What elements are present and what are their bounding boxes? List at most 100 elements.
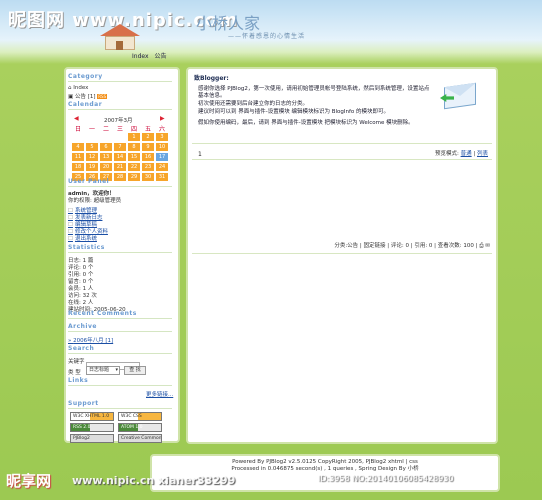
calendar-weekday: 五 — [144, 126, 151, 133]
calendar-day[interactable]: 23 — [142, 163, 154, 171]
post-paragraph: 感谢你选择 PJBlog2，第一次使用，请用初始管理员帐号登陆系统，然后到系统管… — [198, 86, 430, 99]
divider — [192, 143, 492, 144]
calendar-empty-cell — [114, 133, 126, 141]
calendar-day[interactable]: 3 — [156, 133, 168, 141]
watermark-url: www.nipic.cn xianer33299 — [72, 474, 236, 487]
search-button[interactable]: 查 找 — [124, 366, 146, 375]
divider — [68, 331, 172, 332]
calendar-day[interactable]: 20 — [100, 163, 112, 171]
calendar-day[interactable]: 19 — [86, 163, 98, 171]
calendar-day[interactable]: 24 — [156, 163, 168, 171]
calendar-day[interactable]: 11 — [72, 153, 84, 161]
calendar-day[interactable]: 15 — [128, 153, 140, 161]
page-number[interactable]: 1 — [198, 151, 202, 158]
calendar-day[interactable]: 12 — [86, 153, 98, 161]
calendar-weekdays: 日一二三四五六 — [72, 124, 168, 133]
main-content: 致Blogger: 感谢你选择 PJBlog2，第一次使用，请用初始管理员帐号登… — [186, 67, 498, 444]
calendar-day[interactable]: 5 — [86, 143, 98, 151]
links-title: Links — [68, 377, 89, 384]
archive-title: Archive — [68, 323, 97, 330]
calendar-day[interactable]: 2 — [142, 133, 154, 141]
divider — [68, 252, 172, 253]
statistics-title: Statistics — [68, 244, 105, 251]
calendar-weekday: 四 — [130, 126, 137, 133]
calendar-day[interactable]: 28 — [114, 173, 126, 181]
mail-icon — [440, 81, 478, 110]
recent-comments-title: Recent Comments — [68, 310, 137, 317]
divider — [68, 186, 172, 187]
calendar-day[interactable]: 13 — [100, 153, 112, 161]
category-item-index[interactable]: ⌂ Index — [68, 85, 88, 91]
calendar-weekday: 一 — [88, 126, 95, 133]
calendar-day[interactable]: 4 — [72, 143, 84, 151]
user-link-logout[interactable]: 退出系统 — [68, 234, 97, 242]
calendar-empty-cell — [100, 133, 112, 141]
view-mode-normal-link[interactable]: 普通 — [461, 151, 472, 157]
watermark-id: ID:3958 NO:20140106085428930 — [318, 474, 454, 483]
badge-xhtml[interactable]: W3C XHTML 1.0 — [70, 412, 114, 421]
calendar-day[interactable]: 30 — [142, 173, 154, 181]
support-title: Support — [68, 400, 99, 407]
calendar-day[interactable]: 6 — [100, 143, 112, 151]
search-keyword-label: 关键字 — [68, 359, 85, 365]
calendar-day[interactable]: 7 — [114, 143, 126, 151]
user-panel-title: User Panel — [68, 178, 110, 185]
calendar-day[interactable]: 16 — [142, 153, 154, 161]
calendar-next-button[interactable]: ▶ — [160, 115, 168, 122]
nav-item-index[interactable]: Index — [132, 53, 149, 60]
calendar-day[interactable]: 29 — [128, 173, 140, 181]
calendar-day[interactable]: 21 — [114, 163, 126, 171]
post-body: 感谢你选择 PJBlog2，第一次使用，请用初始管理员帐号登陆系统，然后到系统管… — [198, 86, 434, 128]
house-icon — [100, 24, 140, 50]
header-banner: 昵图网 www.nipic.com 小桥人家 ——怀着感恩的心情生活 Index… — [0, 0, 542, 64]
calendar-day[interactable]: 17 — [156, 153, 168, 161]
footer-processed: Processed in 0.046875 second(s) , 1 quer… — [231, 466, 419, 472]
post-meta: 分类:公告 | 固定链接 | 评论: 0 | 引用: 0 | 查看次数: 100… — [334, 243, 490, 249]
nav-item-notice[interactable]: 公告 — [154, 53, 166, 60]
more-links-link[interactable]: 更多链接... — [146, 390, 173, 398]
folder-icon: ▣ — [68, 94, 75, 100]
badge-atom[interactable]: ATOM 1.0 — [118, 423, 162, 432]
calendar-day[interactable]: 1 — [128, 133, 140, 141]
post-paragraph: 假如你使用编码，最后，请到 界面与插件-设置模块 把模块标识为 Welcome … — [198, 120, 414, 126]
rss-icon[interactable]: RSS — [97, 94, 108, 99]
site-subtitle: ——怀着感恩的心情生活 — [228, 33, 306, 40]
category-title: Category — [68, 73, 103, 80]
calendar-prev-button[interactable]: ◀ — [74, 115, 82, 122]
divider — [68, 353, 172, 354]
archive-item[interactable]: » 2006年八月 [1] — [68, 336, 113, 344]
calendar-weekday: 二 — [102, 126, 109, 133]
calendar-day[interactable]: 31 — [156, 173, 168, 181]
calendar-day[interactable]: 22 — [128, 163, 140, 171]
divider — [192, 253, 492, 254]
footer-powered-by: Powered By PJBlog2 v2.5.0125 CopyRight 2… — [232, 459, 418, 465]
search-type-select[interactable]: 日志标题 — [86, 366, 120, 375]
calendar-day[interactable]: 14 — [114, 153, 126, 161]
calendar-title: Calendar — [68, 101, 103, 108]
calendar-weekday: 六 — [158, 126, 165, 133]
view-mode-list-link[interactable]: 列表 — [477, 151, 488, 157]
divider — [68, 318, 172, 319]
print-icon[interactable]: ⎙ — [479, 243, 483, 249]
calendar-grid: 1 2 3 4 5 6 7 8 9 10 11 12 13 14 15 16 17 18 19 20 21 22 23 24 2… — [72, 133, 168, 181]
watermark-logo: 昵享网 — [6, 472, 52, 490]
calendar-day[interactable]: 10 — [156, 143, 168, 151]
divider — [68, 109, 172, 110]
share-icon[interactable]: ✉ — [485, 243, 490, 249]
badge-pjblog[interactable]: PJBlog2 — [70, 434, 114, 443]
post-paragraph: 初次使用还需要到后台建立你的日志的分类。 — [198, 101, 309, 107]
category-item-notice[interactable]: ▣ 公告 [1] RSS — [68, 92, 108, 100]
calendar-day[interactable]: 9 — [142, 143, 154, 151]
badge-css[interactable]: W3C CSS — [118, 412, 162, 421]
divider — [68, 408, 172, 409]
badge-rss[interactable]: RSS 2.0 — [70, 423, 114, 432]
top-nav: Index 公告 — [132, 51, 170, 60]
post-title: 致Blogger: — [194, 75, 229, 82]
calendar-day[interactable]: 8 — [128, 143, 140, 151]
divider — [68, 81, 172, 82]
calendar-day[interactable]: 18 — [72, 163, 84, 171]
badge-cc[interactable]: Creative Commons — [118, 434, 162, 443]
calendar-weekday: 三 — [116, 126, 123, 133]
view-mode: 预览模式: 普通 | 列表 — [435, 151, 488, 157]
calendar-month: 2007年3月 — [104, 118, 133, 124]
